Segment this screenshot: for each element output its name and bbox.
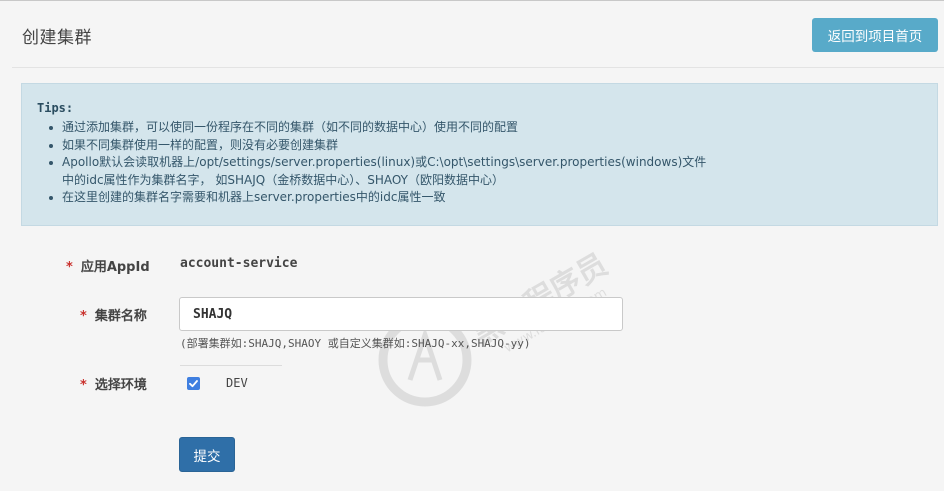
env-dev-label[interactable]: DEV [226, 376, 248, 390]
required-mark: * [66, 260, 73, 275]
tip-item: Apollo默认会读取机器上/opt/settings/server.prope… [49, 154, 922, 172]
tips-panel: Tips: 通过添加集群，可以使同一份程序在不同的集群（如不同的数据中心）使用不… [21, 83, 938, 226]
tips-title: Tips: [37, 101, 74, 115]
required-mark: * [80, 309, 87, 324]
cluster-name-hint: (部署集群如:SHAJQ,SHAOY 或自定义集群如:SHAJQ-xx,SHAJ… [180, 337, 531, 350]
tip-item-continuation: 中的idc属性作为集群名字， 如SHAJQ（金桥数据中心）、SHAOY（欧阳数据… [62, 172, 504, 187]
checkmark-icon [189, 380, 198, 388]
env-dev-checkbox[interactable] [187, 377, 200, 390]
tips-list: 通过添加集群，可以使同一份程序在不同的集群（如不同的数据中心）使用不同的配置 如… [49, 119, 922, 207]
cluster-name-input[interactable] [179, 297, 623, 331]
tip-item: 通过添加集群，可以使同一份程序在不同的集群（如不同的数据中心）使用不同的配置 [49, 119, 922, 137]
tip-item: 在这里创建的集群名字需要和机器上server.properties中的idc属性… [49, 189, 922, 207]
header-divider [12, 67, 944, 68]
environment-divider [180, 365, 282, 366]
page-header: 创建集群 返回到项目首页 [0, 1, 944, 67]
required-mark: * [80, 378, 87, 393]
appid-value: account-service [180, 256, 298, 271]
submit-button[interactable]: 提交 [179, 437, 235, 472]
appid-label: * 应用AppId [66, 260, 150, 275]
cluster-name-label: * 集群名称 [80, 309, 147, 324]
back-to-project-home-button[interactable]: 返回到项目首页 [812, 18, 938, 52]
environment-label: * 选择环境 [80, 378, 147, 393]
page-title: 创建集群 [22, 28, 92, 48]
tip-item: 如果不同集群使用一样的配置，则没有必要创建集群 [49, 137, 922, 155]
